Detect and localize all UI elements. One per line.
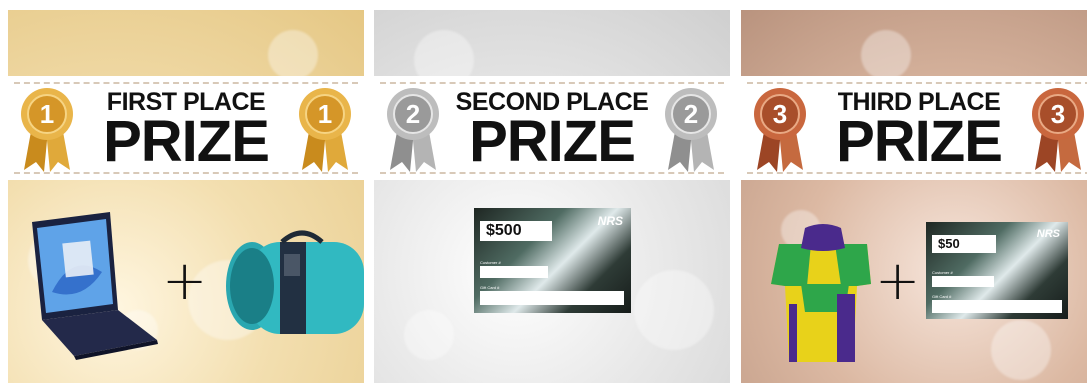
customer-number-field — [932, 276, 994, 287]
plus-icon: + — [162, 249, 208, 312]
bronze-ribbon-icon: 3 — [1032, 88, 1084, 172]
title-band: 1 FIRST PLACE PRIZE 1 — [8, 76, 364, 180]
bokeh-light — [268, 30, 318, 80]
bokeh-light — [404, 310, 454, 360]
plus-icon: + — [875, 249, 921, 312]
customer-number-field — [480, 266, 548, 278]
bokeh-light — [861, 30, 911, 80]
gift-card-label: Gift Card # — [480, 285, 500, 290]
bokeh-light — [634, 270, 714, 350]
title-band: 3 THIRD PLACE PRIZE 3 — [741, 76, 1087, 180]
silver-ribbon-icon: 2 — [665, 88, 717, 172]
title-band: 2 SECOND PLACE PRIZE 2 — [374, 76, 730, 180]
gift-card-amount: $50 — [932, 235, 996, 253]
laptop-image — [32, 212, 158, 360]
gold-ribbon-icon: 1 — [299, 88, 351, 172]
third-place-panel: 3 THIRD PLACE PRIZE 3 + NRS $50 Customer… — [741, 10, 1087, 383]
nrs-logo: NRS — [597, 214, 623, 228]
duffel-bag-image — [226, 230, 364, 334]
first-place-panel: 1 FIRST PLACE PRIZE 1 + — [8, 10, 364, 383]
svg-text:1: 1 — [318, 99, 332, 129]
gift-card-number-field — [932, 300, 1062, 313]
customer-label: Customer # — [932, 270, 953, 275]
changing-poncho-image — [771, 224, 871, 362]
nrs-logo: NRS — [1036, 228, 1060, 240]
second-place-panel: 2 SECOND PLACE PRIZE 2 NRS $500 Customer… — [374, 10, 730, 383]
bokeh-light — [991, 320, 1051, 380]
svg-text:2: 2 — [684, 99, 698, 129]
gift-card-number-field — [480, 291, 624, 305]
gift-card-50: NRS $50 Customer # Gift Card # — [926, 222, 1068, 319]
gift-card-amount: $500 — [480, 221, 552, 241]
svg-text:3: 3 — [1051, 99, 1065, 129]
customer-label: Customer # — [480, 260, 501, 265]
gift-card-500: NRS $500 Customer # Gift Card # — [474, 208, 631, 313]
gift-card-label: Gift Card # — [932, 294, 952, 299]
